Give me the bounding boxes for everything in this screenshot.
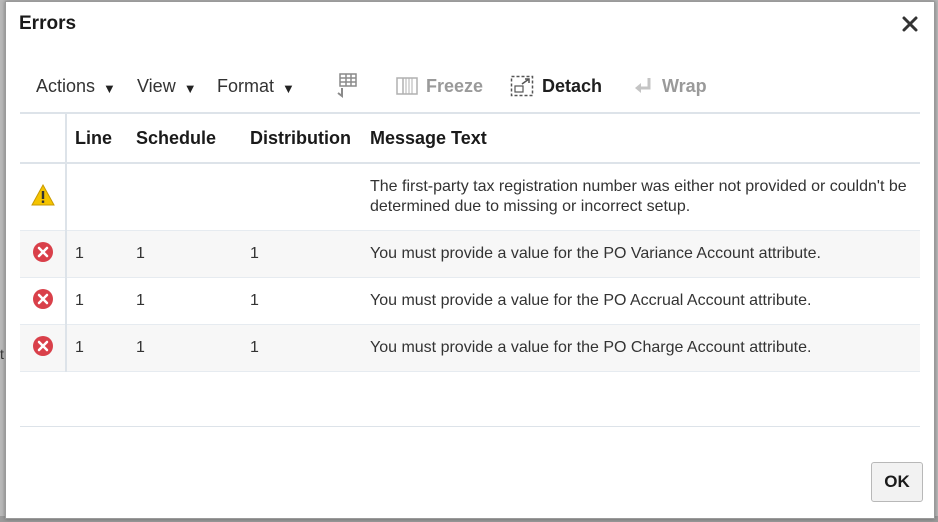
schedule-cell: 1 [128,324,242,372]
line-cell: 1 [66,230,128,278]
dialog-title: Errors [19,13,77,34]
schedule-cell: 1 [128,230,242,278]
chevron-down-icon: ▼ [282,80,295,96]
freeze-icon [396,77,418,95]
errors-dialog: Errors Actions ▼ View ▼ Format ▼ Freeze … [5,1,935,519]
distribution-cell: 1 [242,324,362,372]
line-cell: 1 [66,324,128,372]
errors-table: Line Schedule Distribution Message Text [20,112,920,427]
schedule-column-header[interactable]: Schedule [128,114,242,164]
warning-icon [30,183,55,205]
wrap-button[interactable]: Wrap [632,64,707,108]
error-icon [32,241,53,262]
format-label: Format [217,75,275,96]
background-text-fragment: t [0,346,4,362]
severity-column-header[interactable] [20,114,67,164]
error-icon [32,288,53,309]
line-cell [66,163,128,231]
view-menu[interactable]: View ▼ [137,64,197,108]
message-cell: You must provide a value for the PO Char… [362,324,920,372]
wrap-icon [635,78,651,93]
actions-menu[interactable]: Actions ▼ [36,64,116,108]
error-icon [32,335,53,356]
table-row[interactable]: 1 1 1 You must provide a value for the P… [20,324,920,372]
message-cell: The first-party tax registration number … [362,163,920,231]
table-row[interactable]: The first-party tax registration number … [20,163,920,231]
schedule-cell [128,163,242,231]
table-header-row: Line Schedule Distribution Message Text [20,114,920,164]
detach-label: Detach [542,75,603,96]
distribution-cell [242,163,362,231]
detach-icon [510,75,534,97]
distribution-cell: 1 [242,230,362,278]
distribution-column-header[interactable]: Distribution [242,114,362,164]
distribution-cell: 1 [242,277,362,325]
freeze-label: Freeze [426,75,484,96]
query-by-example-icon [337,73,357,98]
line-column-header[interactable]: Line [66,114,128,164]
chevron-down-icon: ▼ [183,80,197,96]
table-toolbar: Actions ▼ View ▼ Format ▼ Freeze Detach … [20,64,920,108]
message-cell: You must provide a value for the PO Vari… [362,230,920,278]
message-cell: You must provide a value for the PO Accr… [362,277,920,325]
line-cell: 1 [66,277,128,325]
wrap-label: Wrap [662,75,707,96]
chevron-down-icon: ▼ [103,80,116,96]
format-menu[interactable]: Format ▼ [217,64,295,108]
view-label: View [137,75,176,96]
table-row[interactable]: 1 1 1 You must provide a value for the P… [20,230,920,278]
detach-button[interactable]: Detach [510,64,602,108]
schedule-cell: 1 [128,277,242,325]
ok-button[interactable]: OK [871,462,923,502]
actions-label: Actions [36,75,96,96]
query-by-example-button[interactable] [334,64,360,108]
message-column-header[interactable]: Message Text [362,114,920,164]
table-row[interactable]: 1 1 1 You must provide a value for the P… [20,277,920,325]
freeze-button[interactable]: Freeze [396,64,483,108]
close-icon[interactable] [898,12,922,36]
